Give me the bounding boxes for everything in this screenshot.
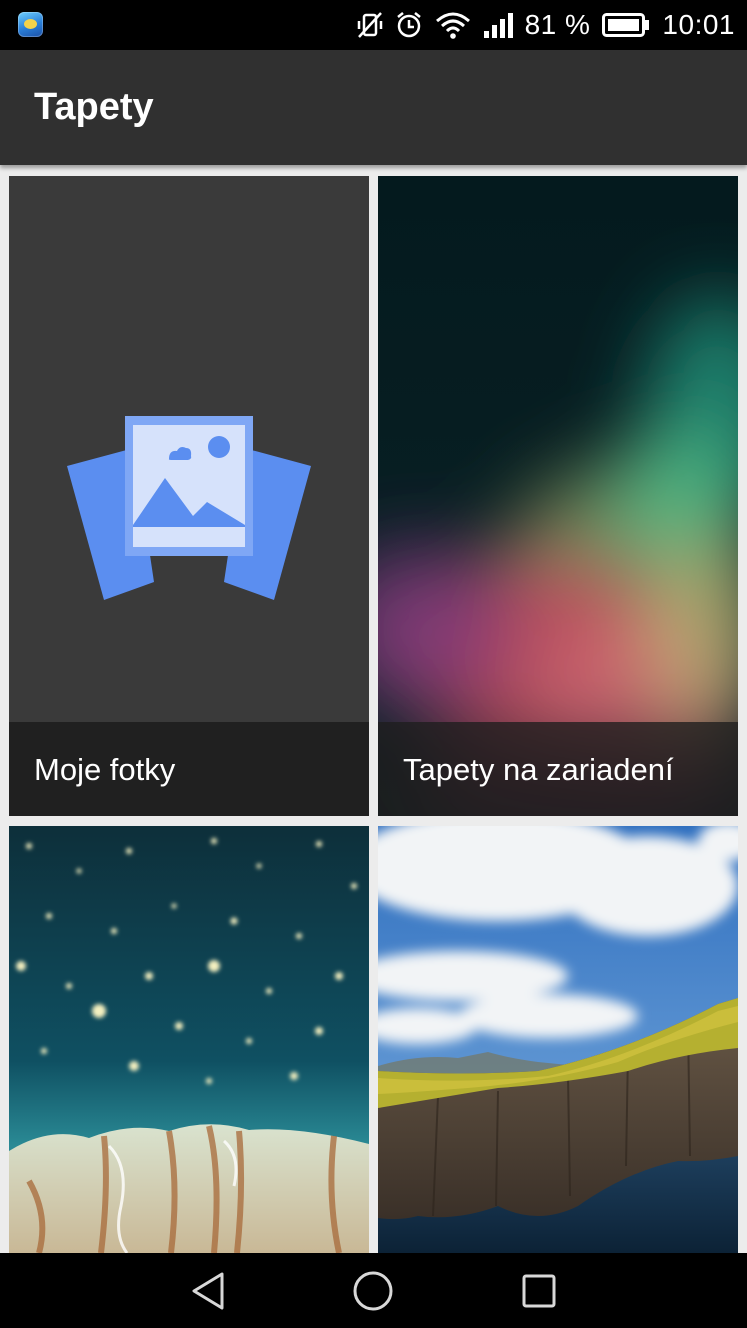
nav-back-button[interactable] <box>184 1267 232 1315</box>
app-notification-icon <box>18 12 43 37</box>
home-icon <box>353 1271 393 1311</box>
clock: 10:01 <box>662 9 735 40</box>
tile-label-bar: Tapety na zariadení <box>378 722 738 816</box>
status-bar: 81 % 10:01 <box>0 0 747 50</box>
navigation-bar <box>0 1253 747 1328</box>
wallpaper-picker-screen: 81 % 10:01 Tapety Moje fotky Tapety na z… <box>0 0 747 1328</box>
alarm-icon <box>396 12 421 38</box>
photo-gallery-icon <box>67 416 311 600</box>
tile-device-wallpapers[interactable]: Tapety na zariadení <box>378 176 738 816</box>
nav-recent-apps-button[interactable] <box>515 1267 563 1315</box>
tile-wallpaper-cliffs[interactable] <box>378 826 738 1253</box>
device-wallpaper-thumbnail <box>378 176 738 816</box>
tile-label-bar: Moje fotky <box>9 722 369 816</box>
page-title: Tapety <box>34 86 154 128</box>
aerial-coast-thumbnail <box>9 826 369 1253</box>
tile-my-photos[interactable]: Moje fotky <box>9 176 369 816</box>
battery-percent: 81 % <box>524 9 591 40</box>
app-bar: Tapety <box>0 50 747 165</box>
vibrate-off-icon <box>357 12 382 38</box>
cliffs-thumbnail <box>378 826 738 1253</box>
tile-wallpaper-aerial-coast[interactable] <box>9 826 369 1253</box>
signal-icon <box>483 13 513 38</box>
tile-label-my-photos: Moje fotky <box>34 752 176 787</box>
battery-icon <box>602 13 650 37</box>
back-icon <box>192 1272 224 1310</box>
recent-apps-icon <box>522 1274 556 1308</box>
tile-label-device-wallpapers: Tapety na zariadení <box>403 752 674 787</box>
status-icons: 81 % 10:01 <box>357 0 735 50</box>
nav-home-button[interactable] <box>349 1267 397 1315</box>
wifi-icon <box>435 12 470 39</box>
